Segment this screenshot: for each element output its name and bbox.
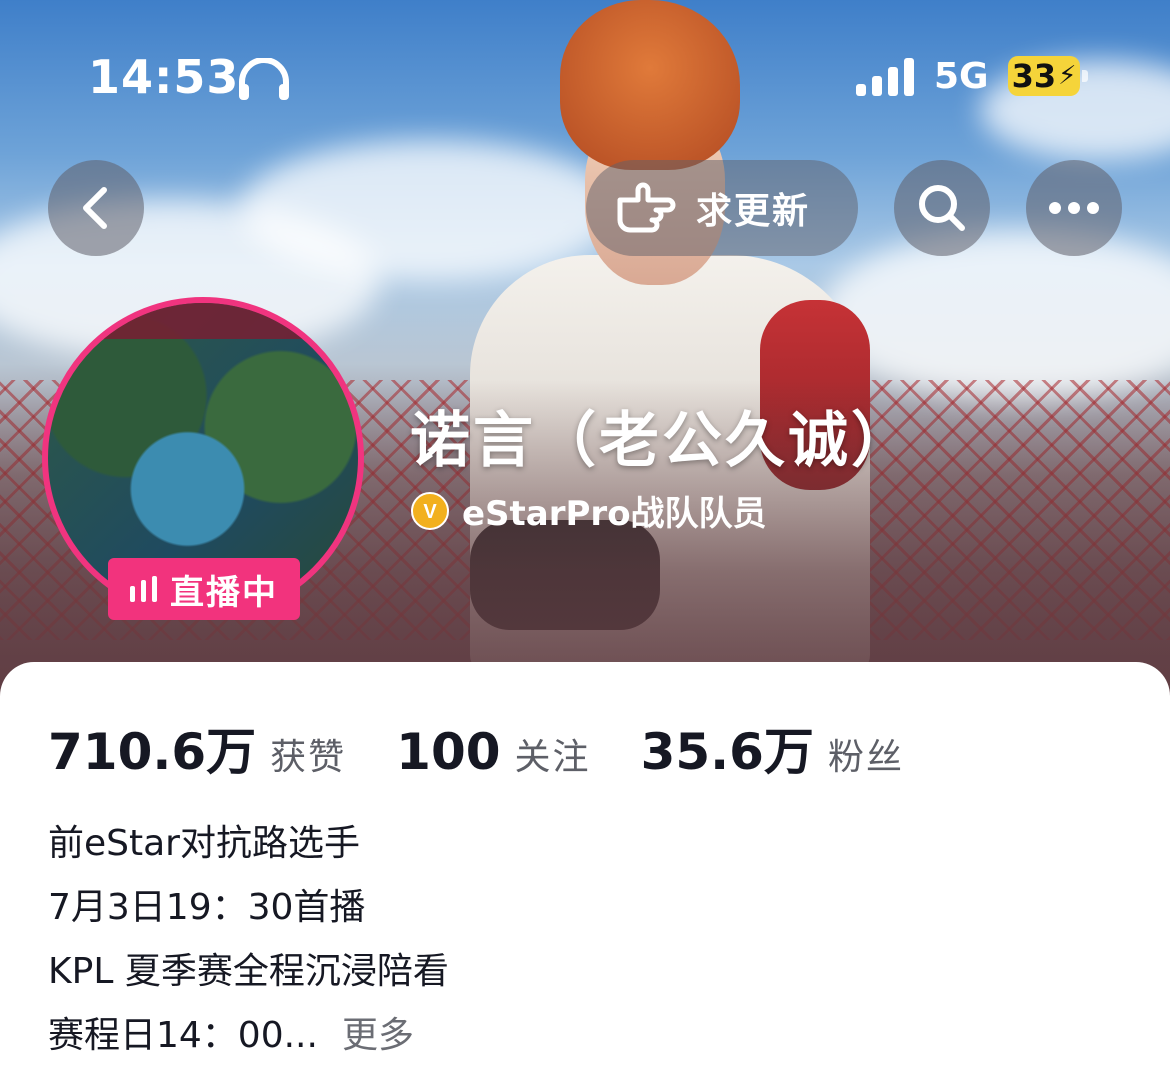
- request-update-label: 求更新: [696, 191, 811, 232]
- search-icon: [919, 185, 965, 231]
- profile-info-card: 710.6万 获赞 100 关注 35.6万 粉丝 前eStar对抗路选手 7月…: [0, 662, 1170, 1068]
- bio-line-text: 赛程日14：00...: [48, 1015, 318, 1056]
- verified-badge-letter: V: [423, 501, 437, 523]
- live-badge[interactable]: 直播中: [108, 558, 300, 620]
- charging-bolt-icon: ⚡: [1058, 61, 1077, 91]
- chevron-left-icon: [83, 187, 107, 229]
- more-dots-icon: [1049, 202, 1099, 214]
- signal-icon: [856, 58, 914, 96]
- profile-name: 诺言（老公久诚）: [410, 406, 914, 476]
- bio-line: KPL 夏季赛全程沉浸陪看: [48, 951, 449, 992]
- bio-line: 前eStar对抗路选手: [48, 823, 360, 864]
- followers-count[interactable]: 35.6万: [641, 712, 814, 784]
- following-label[interactable]: 关注: [515, 728, 591, 780]
- request-update-button[interactable]: 求更新: [586, 160, 858, 256]
- battery-icon: 33 ⚡: [1008, 56, 1080, 96]
- bio-line-last: 赛程日14：00... 更多: [48, 1004, 449, 1068]
- live-label: 直播中: [170, 572, 278, 613]
- status-time: 14:53: [88, 50, 240, 104]
- pointing-hand-icon: [617, 182, 676, 233]
- battery-level: 33: [1011, 57, 1057, 95]
- cloud: [820, 230, 1170, 400]
- likes-label[interactable]: 获赞: [270, 728, 346, 780]
- avatar-game-scorebar: [48, 303, 358, 339]
- more-options-button[interactable]: [1026, 160, 1122, 256]
- verification-text: eStarPro战队队员: [462, 494, 767, 534]
- search-button[interactable]: [894, 160, 990, 256]
- network-type: 5G: [934, 56, 989, 97]
- back-button[interactable]: [48, 160, 144, 256]
- likes-count[interactable]: 710.6万: [48, 712, 256, 784]
- live-bars-icon: [130, 576, 157, 602]
- bio: 前eStar对抗路选手 7月3日19：30首播 KPL 夏季赛全程沉浸陪看 赛程…: [48, 812, 449, 1068]
- stats-row: 710.6万 获赞 100 关注 35.6万 粉丝: [48, 712, 954, 784]
- bio-line: 7月3日19：30首播: [48, 887, 366, 928]
- battery-cap: [1082, 70, 1088, 82]
- bio-more-link[interactable]: 更多: [342, 1015, 414, 1056]
- verification-row: V eStarPro战队队员: [410, 486, 767, 535]
- following-count[interactable]: 100: [396, 723, 500, 781]
- verified-badge-icon: V: [411, 491, 449, 530]
- followers-label[interactable]: 粉丝: [828, 728, 904, 780]
- status-bar: 14:53 5G 33 ⚡: [0, 0, 1170, 150]
- headphone-icon: [239, 58, 289, 100]
